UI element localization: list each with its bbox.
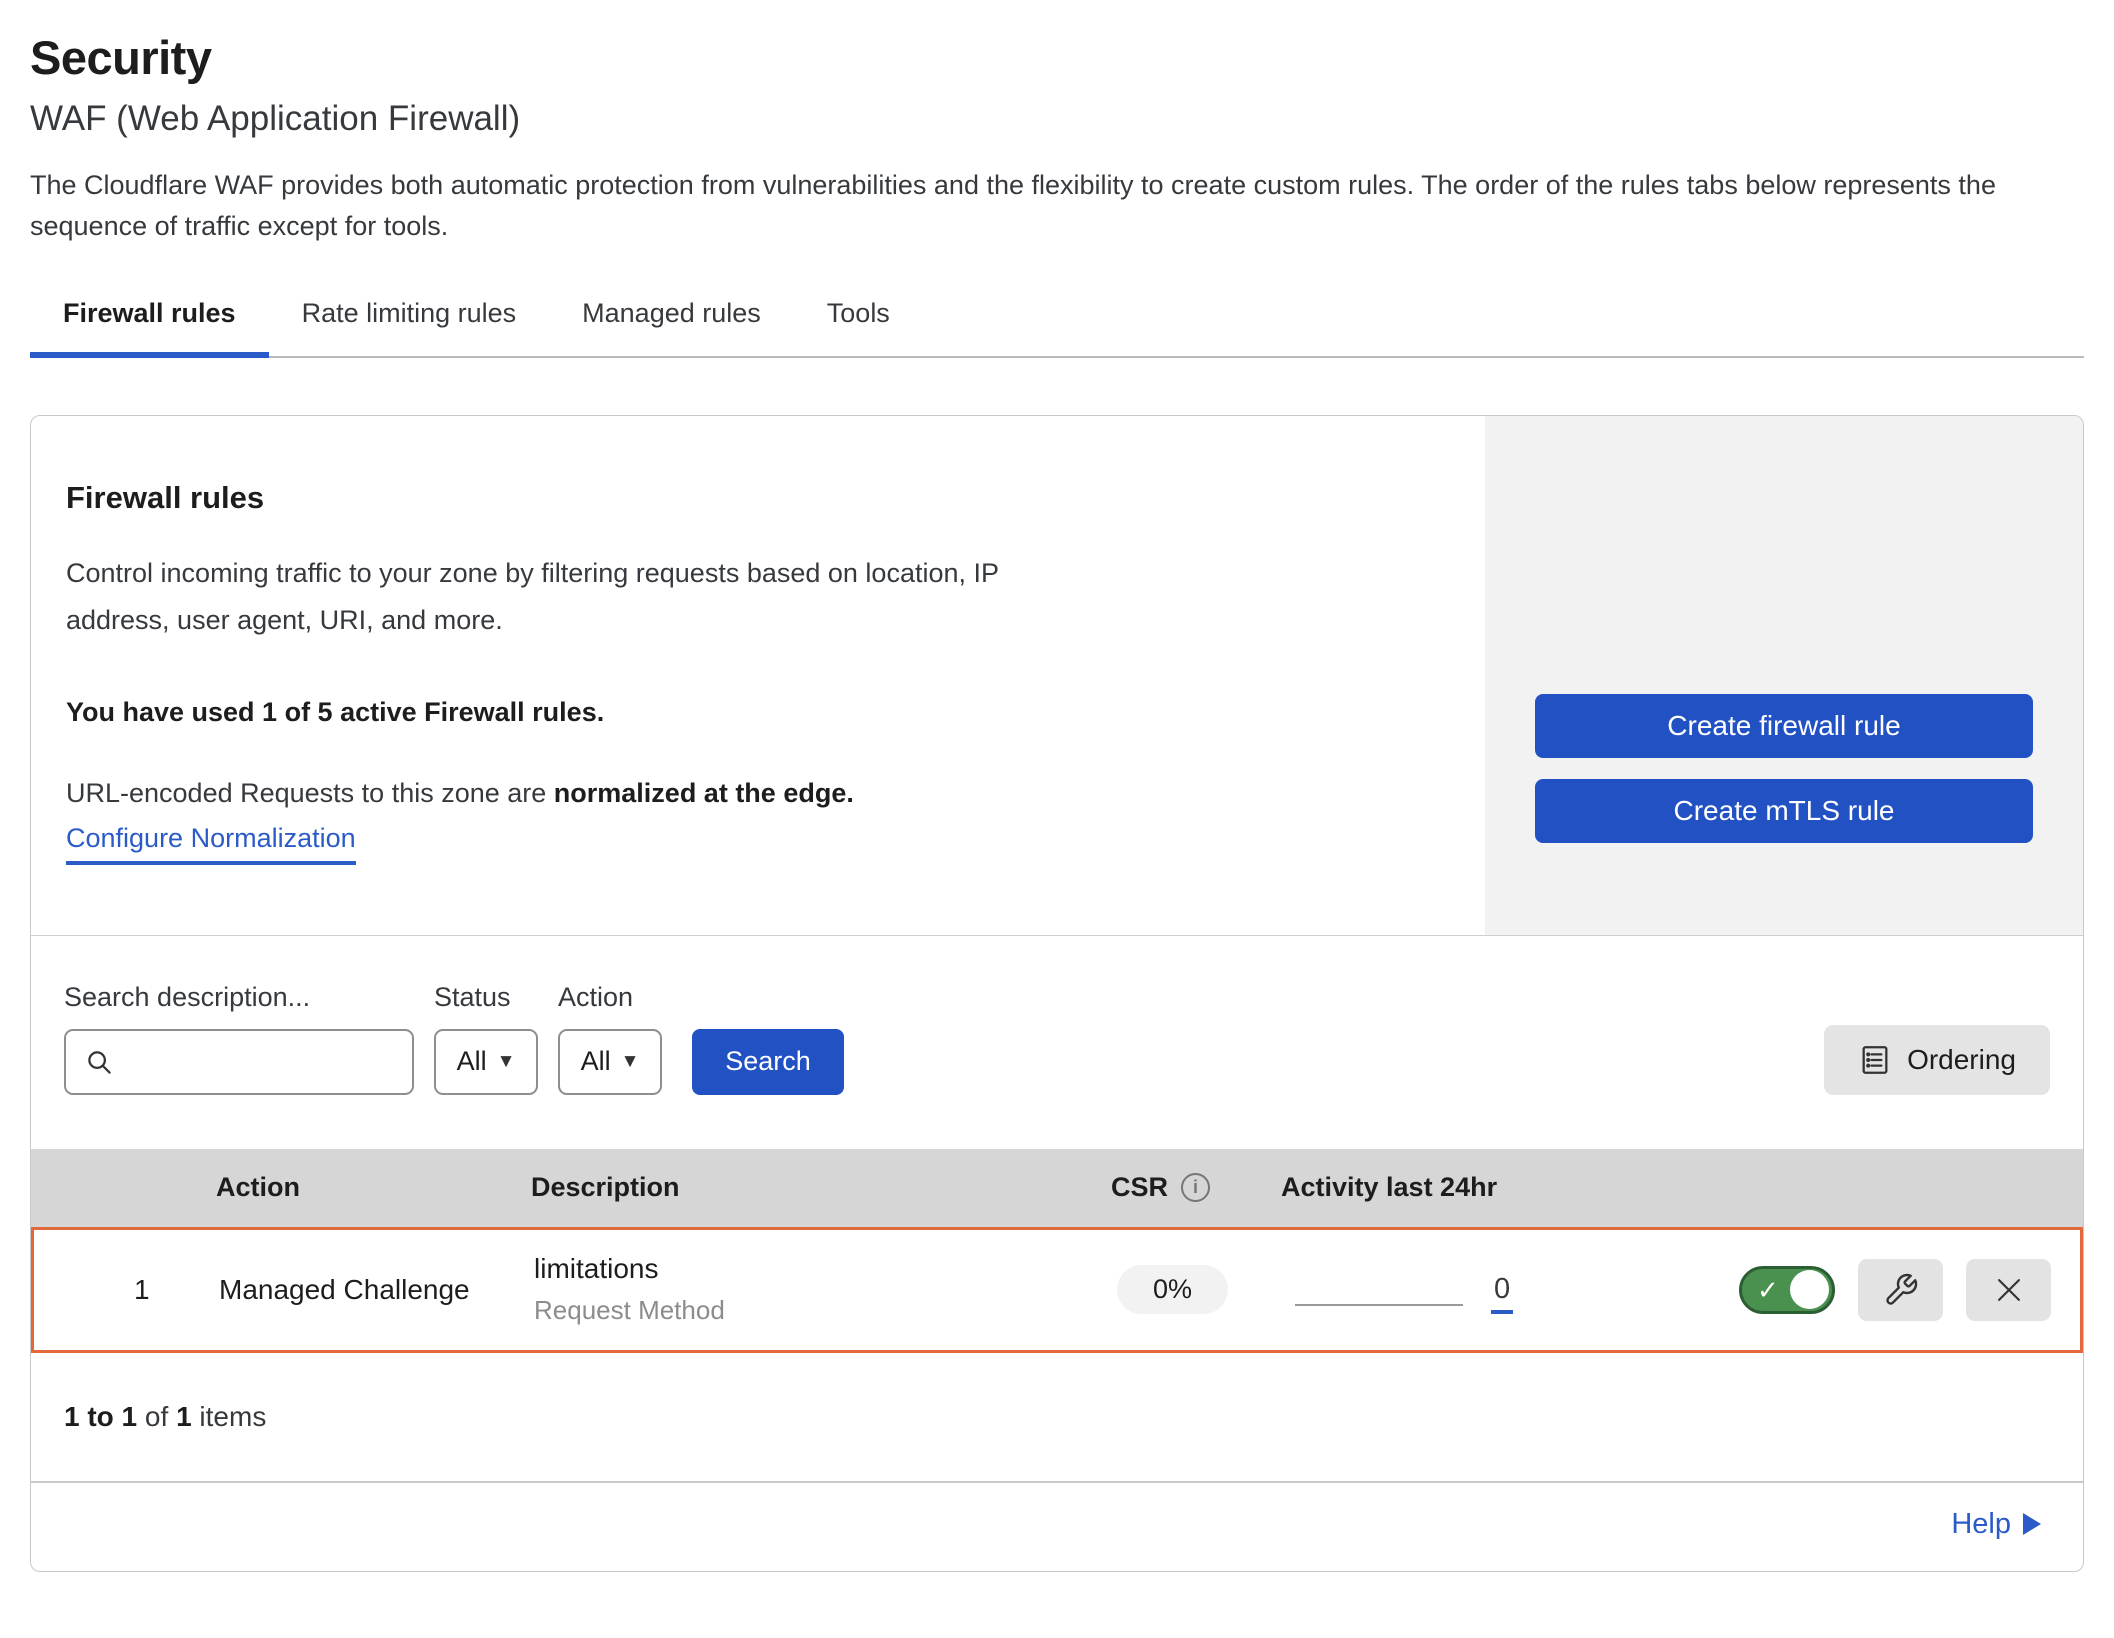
search-label: Search description... (64, 982, 414, 1013)
wrench-icon (1883, 1272, 1919, 1308)
search-field-group: Search description... (64, 982, 414, 1095)
create-mtls-rule-button[interactable]: Create mTLS rule (1535, 779, 2033, 843)
tab-tools[interactable]: Tools (794, 290, 923, 356)
row-description-sub: Request Method (534, 1295, 1089, 1326)
page-description: The Cloudflare WAF provides both automat… (30, 165, 2084, 246)
check-icon: ✓ (1757, 1277, 1779, 1303)
edit-rule-button[interactable] (1858, 1259, 1943, 1321)
normalization-text: URL-encoded Requests to this zone are no… (66, 778, 1445, 809)
header-action: Action (191, 1172, 506, 1203)
card-help-footer: Help (31, 1481, 2083, 1571)
search-button[interactable]: Search (692, 1029, 844, 1095)
activity-count-link[interactable]: 0 (1491, 1273, 1513, 1314)
summary-items: items (199, 1401, 266, 1432)
arrow-right-icon (2023, 1513, 2041, 1535)
search-input[interactable] (126, 1046, 394, 1077)
firewall-rules-info-section: Firewall rules Control incoming traffic … (31, 416, 2083, 936)
rules-table-header: Action Description CSR i Activity last 2… (31, 1149, 2083, 1227)
summary-total: 1 (176, 1401, 192, 1432)
table-row: 1 Managed Challenge limitations Request … (31, 1227, 2083, 1353)
firewall-rules-info: Firewall rules Control incoming traffic … (31, 416, 1485, 935)
tab-managed-rules[interactable]: Managed rules (549, 290, 794, 356)
ordering-button-label: Ordering (1907, 1044, 2016, 1076)
configure-normalization-link[interactable]: Configure Normalization (66, 823, 356, 865)
normalization-text-normal: URL-encoded Requests to this zone are (66, 778, 554, 808)
actions-panel: Create firewall rule Create mTLS rule (1485, 416, 2083, 935)
row-controls: ✓ (1709, 1259, 2080, 1321)
action-select-value: All (581, 1046, 611, 1077)
status-select-value: All (457, 1046, 487, 1077)
csr-badge: 0% (1117, 1265, 1228, 1314)
tab-firewall-rules[interactable]: Firewall rules (30, 290, 269, 356)
search-input-box[interactable] (64, 1029, 414, 1095)
info-icon[interactable]: i (1181, 1173, 1210, 1202)
ordering-list-icon (1858, 1043, 1892, 1077)
close-icon (1992, 1273, 2026, 1307)
ordering-button[interactable]: Ordering (1824, 1025, 2050, 1095)
table-summary: 1 to 1 of 1 items (31, 1353, 2083, 1481)
status-select[interactable]: All ▼ (434, 1029, 538, 1095)
chevron-down-icon: ▼ (621, 1051, 640, 1073)
action-filter-group: Action All ▼ (558, 982, 662, 1095)
help-link-label: Help (1951, 1508, 2011, 1541)
activity-sparkline (1295, 1304, 1463, 1306)
row-csr-cell: 0% (1089, 1265, 1259, 1314)
header-csr-label: CSR (1111, 1172, 1168, 1203)
security-waf-page: Security WAF (Web Application Firewall) … (0, 0, 2114, 1572)
header-description: Description (506, 1172, 1086, 1203)
row-action: Managed Challenge (194, 1274, 509, 1306)
panel-title: Firewall rules (66, 480, 1445, 516)
rule-enabled-toggle[interactable]: ✓ (1739, 1266, 1835, 1314)
row-description-main: limitations (534, 1253, 1089, 1285)
page-subtitle: WAF (Web Application Firewall) (30, 99, 2084, 139)
firewall-rules-card: Firewall rules Control incoming traffic … (30, 415, 2084, 1572)
summary-of: of (145, 1401, 168, 1432)
help-link[interactable]: Help (1951, 1508, 2041, 1541)
waf-tab-bar: Firewall rules Rate limiting rules Manag… (30, 290, 2084, 358)
status-label: Status (434, 982, 538, 1013)
header-csr: CSR i (1086, 1172, 1256, 1203)
delete-rule-button[interactable] (1966, 1259, 2051, 1321)
row-description: limitations Request Method (509, 1253, 1089, 1326)
action-select[interactable]: All ▼ (558, 1029, 662, 1095)
normalization-text-bold: normalized at the edge. (554, 778, 854, 808)
chevron-down-icon: ▼ (497, 1051, 516, 1073)
toggle-knob (1790, 1270, 1829, 1309)
row-activity-cell: 0 (1259, 1230, 1709, 1350)
header-activity: Activity last 24hr (1256, 1172, 1706, 1203)
tab-rate-limiting-rules[interactable]: Rate limiting rules (269, 290, 550, 356)
usage-text: You have used 1 of 5 active Firewall rul… (66, 697, 1445, 728)
panel-description: Control incoming traffic to your zone by… (66, 550, 1026, 645)
filter-bar: Search description... Status All ▼ (31, 936, 2083, 1149)
summary-range: 1 to 1 (64, 1401, 137, 1432)
row-priority: 1 (34, 1274, 194, 1306)
page-title: Security (30, 0, 2084, 85)
create-firewall-rule-button[interactable]: Create firewall rule (1535, 694, 2033, 758)
search-icon (84, 1047, 114, 1077)
status-filter-group: Status All ▼ (434, 982, 538, 1095)
action-label: Action (558, 982, 662, 1013)
